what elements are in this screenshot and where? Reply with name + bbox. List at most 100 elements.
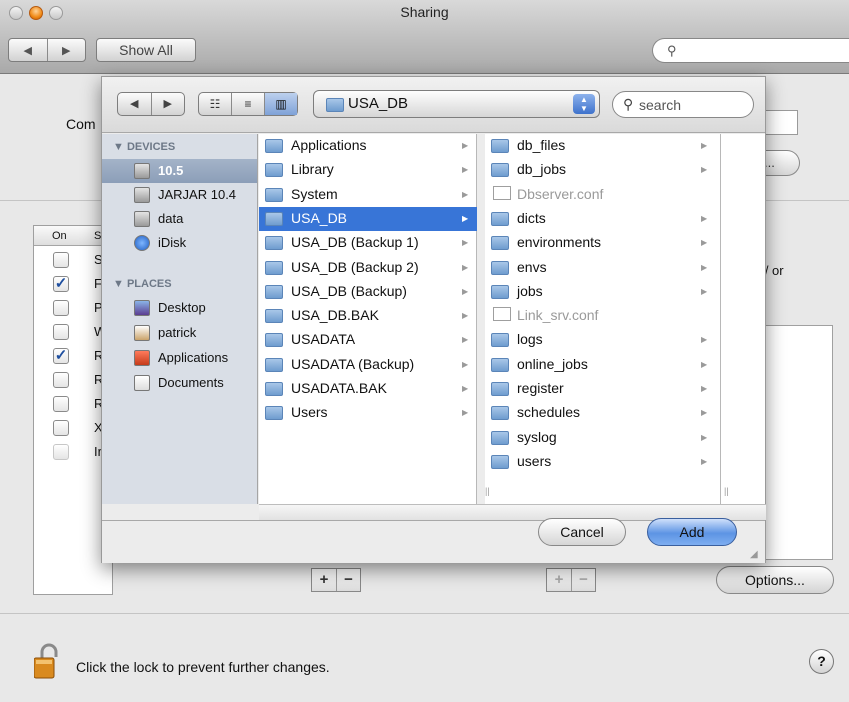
- prefs-search-field[interactable]: ⚲: [652, 38, 849, 63]
- divider: [0, 613, 849, 614]
- folder-item[interactable]: dicts ▶: [485, 207, 721, 231]
- help-button[interactable]: ?: [809, 649, 834, 674]
- service-checkbox[interactable]: ✓: [53, 348, 69, 364]
- options-button[interactable]: Options...: [716, 566, 834, 594]
- sidebar-item-place[interactable]: patrick: [102, 321, 257, 345]
- add-folder-button[interactable]: +: [312, 569, 336, 591]
- hard-drive-icon: [134, 163, 150, 179]
- service-checkbox[interactable]: ✓: [53, 276, 69, 292]
- disclosure-arrow-icon: ▶: [701, 165, 708, 175]
- sidebar-item-place[interactable]: Applications: [102, 346, 257, 370]
- folder-item[interactable]: USA_DB ▶: [259, 206, 477, 231]
- folder-item[interactable]: USADATA (Backup) ▶: [259, 353, 477, 377]
- on-column-header: On: [52, 230, 67, 242]
- folder-item[interactable]: USADATA ▶: [259, 328, 477, 352]
- item-label: users: [517, 452, 552, 469]
- folder-item[interactable]: USADATA.BAK ▶: [259, 377, 477, 401]
- column-resize-handle[interactable]: ||: [724, 486, 729, 496]
- sheet-toolbar: ◀ ▶ ☷ ≡ ▥ USA_DB ▲ ▼ ⚲ search: [102, 77, 765, 133]
- path-popup-button[interactable]: USA_DB ▲ ▼: [313, 90, 600, 118]
- shared-folders-add-remove: + −: [311, 568, 361, 592]
- disclosure-arrow-icon: ▶: [701, 286, 708, 296]
- places-header: ▼ PLACES: [113, 278, 172, 290]
- sidebar-item-device[interactable]: 10.5: [102, 159, 257, 183]
- folder-item[interactable]: USA_DB.BAK ▶: [259, 304, 477, 328]
- sheet-back-button[interactable]: ◀: [118, 93, 151, 115]
- folder-item[interactable]: USA_DB (Backup 1) ▶: [259, 231, 477, 255]
- add-user-button[interactable]: +: [547, 569, 571, 591]
- icon-view-button[interactable]: ☷: [199, 93, 231, 115]
- folder-item[interactable]: System ▶: [259, 183, 477, 207]
- search-placeholder: search: [639, 97, 682, 113]
- documents-icon: [134, 375, 150, 391]
- service-checkbox[interactable]: [53, 372, 69, 388]
- service-checkbox[interactable]: [53, 300, 69, 316]
- item-label: USA_DB (Backup): [291, 282, 407, 299]
- sidebar-item-place[interactable]: Desktop: [102, 296, 257, 320]
- folder-item[interactable]: USA_DB (Backup 2) ▶: [259, 256, 477, 280]
- folder-item[interactable]: syslog ▶: [485, 426, 721, 450]
- file-item[interactable]: Link_srv.conf: [485, 304, 721, 328]
- item-label: db_files: [517, 137, 566, 153]
- item-label: USA_DB.BAK: [291, 307, 379, 324]
- show-all-button[interactable]: Show All: [96, 38, 196, 62]
- disclosure-arrow-icon: ▶: [701, 238, 708, 248]
- folder-item[interactable]: db_files ▶: [485, 134, 721, 158]
- add-button[interactable]: Add: [647, 518, 737, 546]
- browser-column-3: ||: [721, 134, 765, 504]
- disclosure-arrow-icon: ▶: [462, 213, 469, 223]
- sheet-search-field[interactable]: ⚲ search: [612, 91, 754, 118]
- folder-item[interactable]: USA_DB (Backup) ▶: [259, 280, 477, 304]
- service-checkbox[interactable]: [53, 444, 69, 460]
- disclosure-arrow-icon: ▶: [701, 213, 708, 223]
- folder-icon: [491, 211, 509, 226]
- service-checkbox[interactable]: [53, 420, 69, 436]
- resize-grip-icon[interactable]: ◢: [750, 549, 758, 560]
- folder-item[interactable]: users ▶: [485, 450, 721, 474]
- sidebar-item-device[interactable]: data: [102, 207, 257, 231]
- item-label: USADATA.BAK: [291, 380, 387, 396]
- sharing-window: Sharing ◀ ▶ Show All ⚲ Com ... On S S ✓ F P…: [0, 0, 849, 702]
- file-item[interactable]: Dbserver.conf: [485, 183, 721, 207]
- lock-icon[interactable]: [34, 643, 58, 679]
- back-button[interactable]: ◀: [9, 39, 47, 61]
- folder-item[interactable]: environments ▶: [485, 231, 721, 255]
- folder-item[interactable]: db_jobs ▶: [485, 158, 721, 182]
- service-checkbox[interactable]: [53, 396, 69, 412]
- sidebar-item-device[interactable]: iDisk: [102, 231, 257, 255]
- folder-icon: [265, 357, 283, 372]
- folder-item[interactable]: register ▶: [485, 377, 721, 401]
- folder-item[interactable]: Library ▶: [259, 158, 477, 182]
- remove-user-button[interactable]: −: [571, 569, 595, 591]
- folder-item[interactable]: logs ▶: [485, 328, 721, 352]
- edit-button[interactable]: ...: [760, 150, 800, 176]
- folder-item[interactable]: jobs ▶: [485, 280, 721, 304]
- disclosure-arrow-icon: ▶: [701, 432, 708, 442]
- sidebar-item-label: patrick: [158, 325, 197, 340]
- cancel-button[interactable]: Cancel: [538, 518, 626, 546]
- sidebar-item-device[interactable]: JARJAR 10.4: [102, 183, 257, 207]
- folder-icon: [491, 333, 509, 348]
- service-checkbox[interactable]: [53, 324, 69, 340]
- forward-button[interactable]: ▶: [46, 39, 86, 61]
- sidebar-item-label: Documents: [158, 375, 224, 390]
- item-label: Dbserver.conf: [517, 185, 604, 202]
- folder-icon: [265, 406, 283, 421]
- disclosure-arrow-icon: ▶: [462, 165, 469, 175]
- column-view-button[interactable]: ▥: [264, 93, 297, 115]
- list-view-button[interactable]: ≡: [231, 93, 264, 115]
- prefs-nav-buttons: ◀ ▶: [8, 38, 86, 62]
- folder-item[interactable]: schedules ▶: [485, 401, 721, 425]
- sheet-forward-button[interactable]: ▶: [150, 93, 185, 115]
- service-checkbox[interactable]: [53, 252, 69, 268]
- remove-folder-button[interactable]: −: [336, 569, 360, 591]
- column-resize-handle[interactable]: ||: [485, 486, 490, 496]
- open-folder-sheet: ◀ ▶ ☷ ≡ ▥ USA_DB ▲ ▼ ⚲ search ▼ DEVICES 1…: [101, 76, 766, 563]
- devices-header: ▼ DEVICES: [113, 141, 176, 153]
- folder-item[interactable]: Applications ▶: [259, 134, 477, 158]
- folder-item[interactable]: Users ▶: [259, 401, 477, 425]
- sidebar-item-place[interactable]: Documents: [102, 371, 257, 395]
- disclosure-arrow-icon: ▶: [462, 335, 469, 345]
- folder-item[interactable]: online_jobs ▶: [485, 353, 721, 377]
- folder-item[interactable]: envs ▶: [485, 256, 721, 280]
